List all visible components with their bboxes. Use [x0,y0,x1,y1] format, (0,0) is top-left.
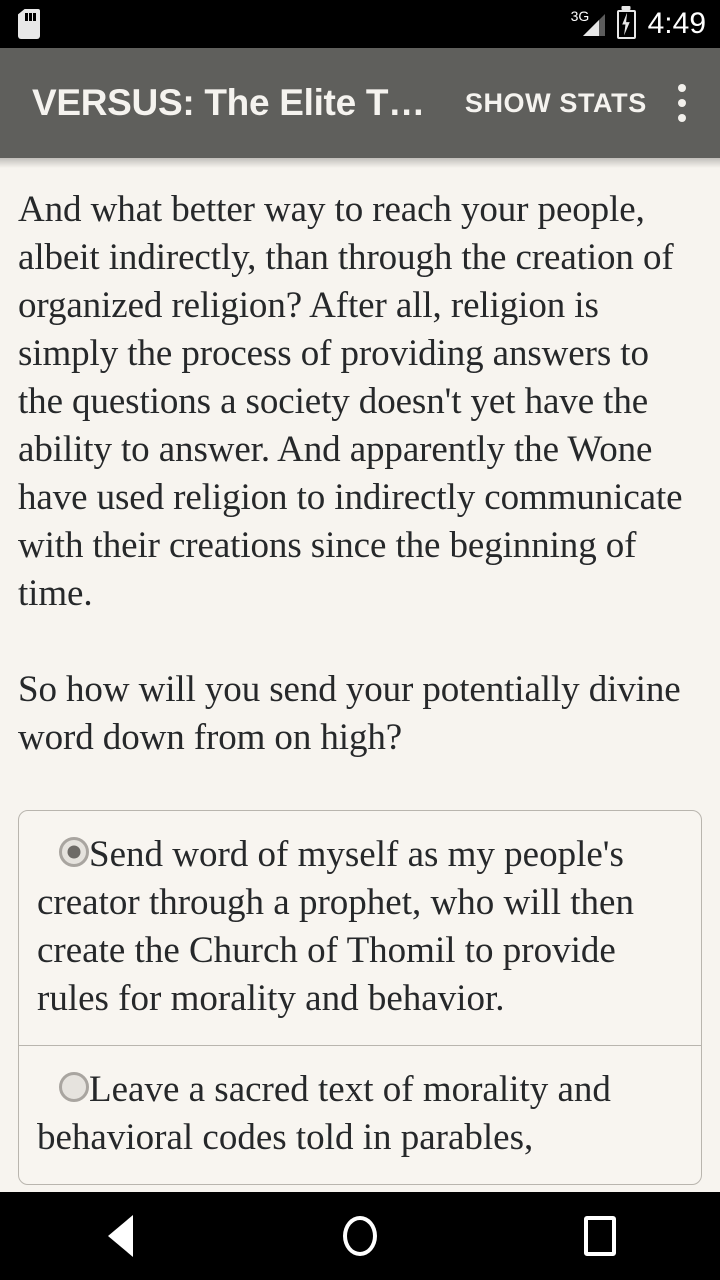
signal-triangle-active [582,20,599,36]
battery-bolt-icon [622,12,630,36]
choice-option-1[interactable]: Send word of myself as my people's creat… [19,811,701,1045]
signal-bars-icon: 3G [571,8,605,39]
show-stats-button[interactable]: SHOW STATS [465,88,647,119]
status-bar-right: 3G 4:49 [571,7,706,41]
device-screen: 3G 4:49 VERSUS: The Elite T… SHOW STATS … [0,0,720,1280]
back-triangle-icon [107,1215,133,1257]
status-bar-left [18,9,40,39]
story-paragraph: And what better way to reach your people… [18,189,683,614]
back-button[interactable] [60,1192,180,1280]
overflow-dot [678,99,686,107]
status-bar: 3G 4:49 [0,0,720,48]
choice-list: Send word of myself as my people's creat… [18,810,702,1185]
overflow-dot [678,114,686,122]
radio-button-selected-icon[interactable] [59,837,89,867]
status-bar-clock: 4:49 [647,7,706,40]
story-question: So how will you send your potentially di… [18,669,681,758]
android-navigation-bar [0,1192,720,1280]
choice-option-label: Leave a sacred text of morality and beha… [37,1069,611,1158]
choice-option-2[interactable]: Leave a sacred text of morality and beha… [19,1045,701,1184]
battery-charging-icon [616,9,636,39]
home-circle-icon [343,1216,377,1256]
overflow-dot [678,84,686,92]
choice-option-label: Send word of myself as my people's creat… [37,834,634,1019]
recents-square-icon [584,1216,616,1256]
app-bar: VERSUS: The Elite T… SHOW STATS [0,48,720,158]
recents-button[interactable] [540,1192,660,1280]
home-button[interactable] [300,1192,420,1280]
sd-card-icon [18,9,40,39]
page-title: VERSUS: The Elite T… [32,82,425,123]
overflow-menu-icon[interactable] [654,67,710,139]
radio-button-unselected-icon[interactable] [59,1072,89,1102]
story-content-scroll[interactable]: And what better way to reach your people… [0,158,720,1192]
